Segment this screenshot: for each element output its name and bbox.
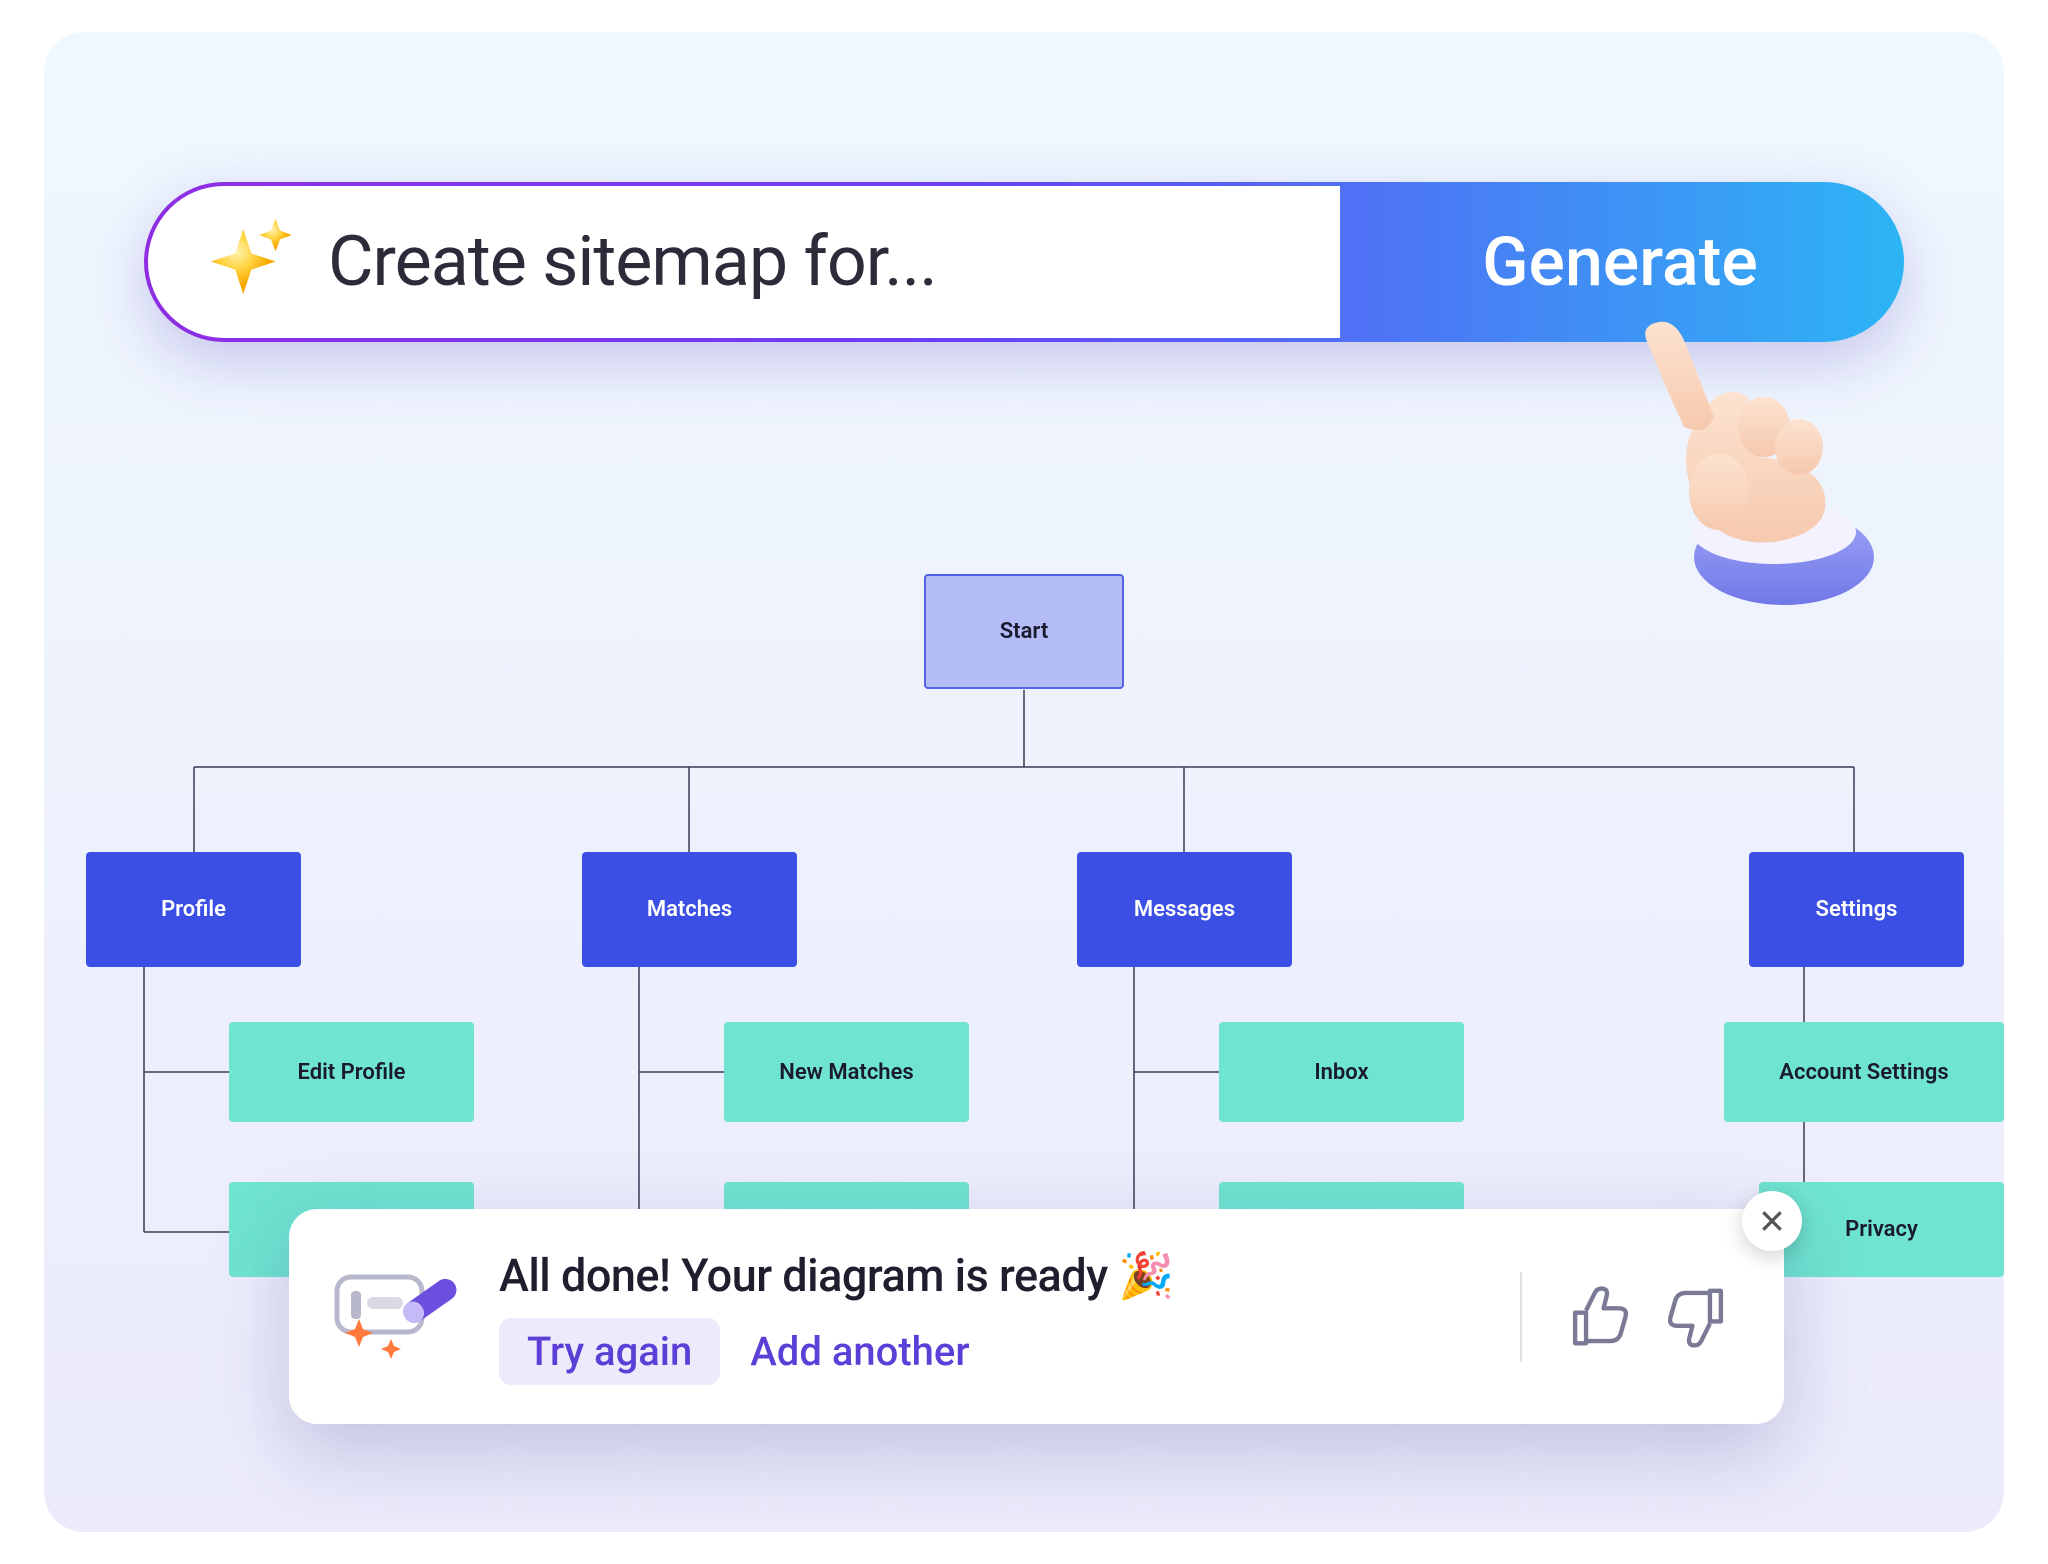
node-start[interactable]: Start [924,574,1124,689]
prompt-placeholder: Create sitemap for... [328,221,937,303]
node-settings[interactable]: Settings [1749,852,1964,967]
sparkles-icon [208,217,298,307]
thumbs-down-icon[interactable] [1664,1282,1734,1352]
node-matches[interactable]: Matches [582,852,797,967]
node-label: Matches [647,897,732,922]
prompt-input-area[interactable]: Create sitemap for... [148,186,1340,338]
node-label: New Matches [779,1060,913,1085]
node-label: Inbox [1314,1060,1368,1085]
node-account-settings[interactable]: Account Settings [1724,1022,2004,1122]
thumbs-up-icon[interactable] [1562,1282,1632,1352]
divider [1520,1272,1522,1362]
node-label: Privacy [1845,1217,1918,1242]
toast-body: All done! Your diagram is ready 🎉 Try ag… [499,1249,1480,1385]
try-again-button[interactable]: Try again [499,1318,720,1385]
feedback-group [1562,1282,1734,1352]
close-button[interactable] [1742,1191,1802,1251]
node-edit-profile[interactable]: Edit Profile [229,1022,474,1122]
node-messages[interactable]: Messages [1077,852,1292,967]
pointing-hand-icon [1614,317,1874,607]
prompt-bar: Create sitemap for... Generate [144,182,1904,342]
generate-button-label: Generate [1482,222,1758,302]
toast-title: All done! Your diagram is ready 🎉 [499,1249,1480,1302]
node-label: Start [1000,619,1048,644]
generate-button[interactable]: Generate [1340,186,1900,338]
node-label: Edit Profile [297,1060,405,1085]
node-label: Messages [1134,897,1235,922]
node-inbox[interactable]: Inbox [1219,1022,1464,1122]
close-icon [1759,1208,1785,1234]
add-another-button[interactable]: Add another [750,1328,969,1375]
node-label: Settings [1816,897,1898,922]
magic-wand-icon [329,1267,459,1367]
node-profile[interactable]: Profile [86,852,301,967]
app-canvas: Create sitemap for... Generate [44,32,2004,1532]
node-label: Profile [161,897,226,922]
node-new-matches[interactable]: New Matches [724,1022,969,1122]
node-label: Account Settings [1779,1060,1948,1085]
completion-toast: All done! Your diagram is ready 🎉 Try ag… [289,1209,1784,1424]
